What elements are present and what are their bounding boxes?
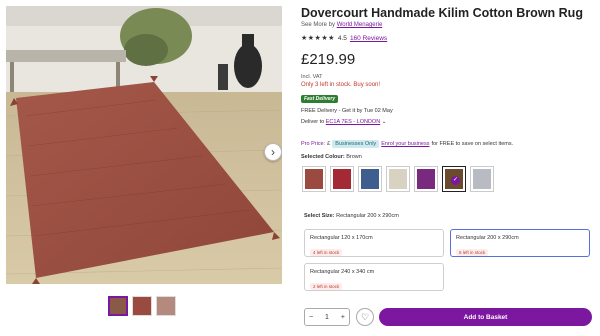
thumbnail-2-image <box>133 297 151 315</box>
selected-size-label: Select Size: <box>304 213 335 219</box>
thumbnail-strip <box>108 296 176 316</box>
selected-colour-value: Brown <box>346 154 362 160</box>
swatch-blue[interactable] <box>358 166 382 192</box>
vat-note: Incl. VAT <box>301 74 323 80</box>
swatch-purple-image <box>417 169 435 189</box>
size-option-240x340[interactable]: Rectangular 240 x 340 cm 2 left in stock <box>304 263 444 291</box>
add-to-basket-button[interactable]: Add to Basket <box>379 308 592 326</box>
wishlist-button[interactable]: ♡ <box>356 308 374 326</box>
thumbnail-1[interactable] <box>108 296 128 316</box>
colour-swatches: ✓ <box>302 166 494 192</box>
delivery-estimate: FREE Delivery - Get it by Tue 02 May <box>301 108 393 114</box>
chevron-down-icon[interactable]: ⌄ <box>382 119 387 125</box>
swatch-brown-red[interactable] <box>302 166 326 192</box>
pro-price-suffix: for FREE to save on select items. <box>431 141 514 147</box>
thumbnail-1-image <box>110 298 126 314</box>
size-option-name: Rectangular 240 x 340 cm <box>310 269 375 275</box>
reviews-link[interactable]: 160 Reviews <box>350 35 387 42</box>
swatch-grey[interactable] <box>470 166 494 192</box>
star-rating-icon: ★★★★★ <box>301 35 335 42</box>
check-icon: ✓ <box>451 176 460 185</box>
swatch-brown-red-image <box>305 169 323 189</box>
swatch-red-image <box>333 169 351 189</box>
increase-quantity-button[interactable]: + <box>341 314 345 321</box>
size-option-stock: 2 left in stock <box>310 283 343 290</box>
product-main-image[interactable]: › <box>6 6 282 284</box>
swatch-brown[interactable]: ✓ <box>442 166 466 192</box>
swatch-grey-image <box>473 169 491 189</box>
selected-size-value: Rectangular 200 x 290cm <box>336 213 399 219</box>
size-option-name: Rectangular 200 x 290cm <box>456 235 519 241</box>
next-image-button[interactable]: › <box>264 143 282 161</box>
stock-warning: Only 3 left in stock. Buy soon! <box>301 82 381 88</box>
selected-colour-label: Selected Colour: <box>301 154 345 160</box>
size-option-stock: 4 left in stock <box>310 249 343 256</box>
chevron-right-icon: › <box>271 145 275 159</box>
heart-icon: ♡ <box>360 311 370 322</box>
fast-delivery-badge: Fast Delivery <box>301 95 339 103</box>
selected-colour: Selected Colour: Brown <box>301 154 362 160</box>
thumbnail-3-image <box>157 297 175 315</box>
brand-link[interactable]: World Menagerie <box>337 22 383 28</box>
swatch-purple[interactable] <box>414 166 438 192</box>
businesses-only-badge: Businesses Only <box>332 140 380 148</box>
size-option-120x170[interactable]: Rectangular 120 x 170cm 4 left in stock <box>304 229 444 257</box>
pro-pricing: Pro Price: £ Businesses Only Enrol your … <box>301 140 513 148</box>
pro-price-currency: £ <box>327 141 331 147</box>
enrol-business-link[interactable]: Enrol your business <box>381 141 429 147</box>
decrease-quantity-button[interactable]: − <box>309 314 313 321</box>
postcode-link[interactable]: EC1A 7ES - LONDON <box>326 119 380 125</box>
size-option-200x290[interactable]: Rectangular 200 x 290cm 6 left in stock <box>450 229 590 257</box>
quantity-value[interactable]: 1 <box>325 314 329 321</box>
deliver-to: Deliver to EC1A 7ES - LONDON ⌄ <box>301 119 386 125</box>
rug-photo <box>6 6 282 284</box>
swatch-red[interactable] <box>330 166 354 192</box>
pro-price-label: Pro Price: <box>301 141 326 147</box>
product-title: Dovercourt Handmade Kilim Cotton Brown R… <box>301 6 583 20</box>
swatch-cream-image <box>389 169 407 189</box>
size-option-stock: 6 left in stock <box>456 249 489 256</box>
swatch-cream[interactable] <box>386 166 410 192</box>
swatch-blue-image <box>361 169 379 189</box>
see-more-prefix: See More by <box>301 22 336 28</box>
size-option-name: Rectangular 120 x 170cm <box>310 235 373 241</box>
quantity-stepper[interactable]: − 1 + <box>304 308 350 326</box>
rating: ★★★★★ 4.5 160 Reviews <box>301 34 387 43</box>
deliver-to-label: Deliver to <box>301 119 325 125</box>
product-price: £219.99 <box>301 51 356 68</box>
selected-size: Select Size: Rectangular 200 x 290cm <box>304 213 399 219</box>
see-more-line: See More by World Menagerie <box>301 22 382 28</box>
thumbnail-3[interactable] <box>156 296 176 316</box>
rating-value: 4.5 <box>337 34 347 42</box>
thumbnail-2[interactable] <box>132 296 152 316</box>
